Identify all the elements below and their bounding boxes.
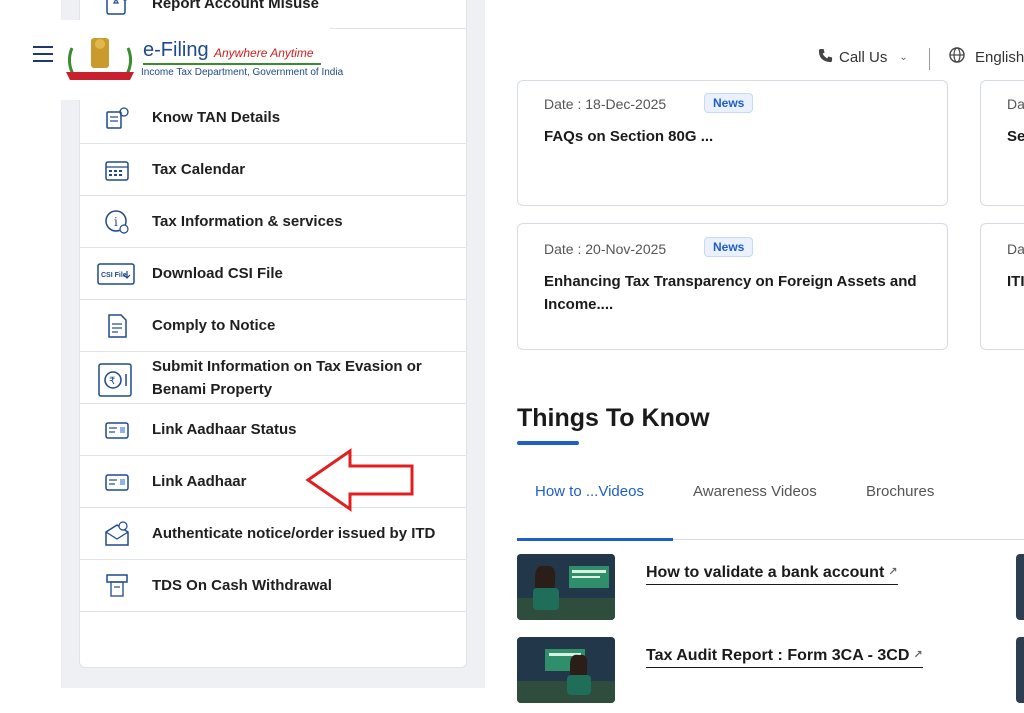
news-card[interactable]: Date : 18-Dec-2025 News FAQs on Section …: [517, 80, 948, 206]
video-title-link[interactable]: Tax Audit Report : Form 3CA - 3CD ↗: [646, 647, 923, 668]
brand-divider: [143, 63, 321, 65]
atm-icon: [102, 571, 132, 601]
external-link-icon: ↗: [913, 649, 923, 661]
news-card[interactable]: Da Se: [980, 80, 1024, 206]
quick-link-label: Authenticate notice/order issued by ITD: [152, 525, 436, 542]
brand-title: e-Filing: [143, 39, 209, 61]
quick-link-comply-notice[interactable]: Comply to Notice: [80, 300, 466, 352]
quick-link-label: Submit Information on Tax Evasion or Ben…: [152, 358, 422, 398]
info-icon: i: [102, 207, 132, 237]
brand-subtitle: Income Tax Department, Government of Ind…: [141, 67, 344, 78]
call-us-dropdown[interactable]: Call Us ⌄: [818, 48, 908, 67]
language-selector[interactable]: English: [949, 47, 1024, 67]
news-badge: News: [704, 93, 754, 113]
emblem-logo[interactable]: [64, 32, 136, 84]
quick-link-authenticate-notice[interactable]: Authenticate notice/order issued by ITD: [80, 508, 466, 560]
phone-icon: [818, 48, 833, 67]
news-date: Date : 20-Nov-2025: [544, 241, 667, 257]
things-to-know-title: Things To Know: [517, 404, 710, 432]
hamburger-menu-icon[interactable]: [33, 46, 53, 62]
svg-text:i: i: [114, 215, 118, 229]
safe-icon: ₹: [97, 362, 133, 398]
aadhaar-card-icon: [102, 415, 132, 445]
quick-link-label: Link Aadhaar Status: [152, 421, 297, 438]
quick-link-tax-calendar[interactable]: Tax Calendar: [80, 144, 466, 196]
tab-how-to-videos[interactable]: How to ...Videos: [535, 483, 644, 500]
video-thumbnail[interactable]: [1016, 637, 1024, 703]
quick-link-label: TDS On Cash Withdrawal: [152, 577, 332, 594]
quick-links-card: Report Account Misuse Know TAN Details T…: [79, 0, 467, 668]
active-tab-indicator: [517, 538, 673, 541]
chevron-down-icon: ⌄: [899, 52, 908, 63]
page: Report Account Misuse Know TAN Details T…: [0, 0, 1024, 713]
quick-link-tds-cash-withdrawal[interactable]: TDS On Cash Withdrawal: [80, 560, 466, 612]
video-title: How to validate a bank account: [646, 564, 885, 581]
quick-link-label: Know TAN Details: [152, 109, 281, 126]
call-us-label: Call Us: [839, 49, 888, 66]
news-date: Da: [1007, 96, 1024, 112]
news-title[interactable]: Se: [1007, 125, 1024, 148]
language-label: English: [975, 48, 1024, 66]
external-link-icon: ↗: [888, 566, 898, 578]
quick-link-label: Report Account Misuse: [152, 0, 319, 12]
news-title[interactable]: Enhancing Tax Transparency on Foreign As…: [544, 270, 917, 316]
red-annotation-arrow: [305, 448, 414, 512]
news-date: Date : 18-Dec-2025: [544, 96, 667, 112]
news-card[interactable]: Date : 20-Nov-2025 News Enhancing Tax Tr…: [517, 223, 948, 350]
svg-text:CSI File: CSI File: [101, 272, 127, 279]
video-thumbnail[interactable]: [517, 554, 615, 620]
news-card[interactable]: Da ITI: [980, 223, 1024, 350]
video-thumbnail[interactable]: [517, 637, 615, 703]
news-title[interactable]: ITI: [1007, 270, 1024, 293]
quick-link-tax-evasion[interactable]: ₹ Submit Information on Tax Evasion or B…: [80, 352, 466, 404]
news-date: Da: [1007, 241, 1024, 257]
quick-link-tax-information[interactable]: i Tax Information & services: [80, 196, 466, 248]
brand-tagline: Anywhere Anytime: [214, 46, 314, 60]
aadhaar-card-icon: [102, 467, 132, 497]
quick-link-download-csi[interactable]: CSI File Download CSI File: [80, 248, 466, 300]
csi-file-icon: CSI File: [97, 259, 135, 289]
svg-text:₹: ₹: [109, 376, 115, 387]
tab-brochures[interactable]: Brochures: [866, 483, 934, 500]
video-thumbnail[interactable]: [1016, 554, 1024, 620]
calendar-icon: [102, 155, 132, 185]
title-underline: [517, 441, 579, 445]
quick-link-label: Tax Information & services: [152, 213, 343, 230]
news-badge: News: [704, 237, 754, 257]
video-title: Tax Audit Report : Form 3CA - 3CD: [646, 647, 910, 664]
report-icon: [102, 0, 132, 19]
quick-link-label: Comply to Notice: [152, 317, 276, 334]
envelope-check-icon: [102, 519, 132, 549]
video-title-link[interactable]: How to validate a bank account ↗: [646, 564, 898, 585]
quick-links-panel: Report Account Misuse Know TAN Details T…: [61, 0, 485, 688]
globe-icon: [949, 47, 965, 67]
quick-link-label: Tax Calendar: [152, 161, 246, 178]
news-title[interactable]: FAQs on Section 80G ...: [544, 125, 917, 148]
notice-icon: [102, 311, 132, 341]
header-divider: [929, 48, 930, 70]
quick-link-label: Download CSI File: [152, 265, 283, 282]
tan-icon: [102, 103, 132, 133]
tab-awareness-videos[interactable]: Awareness Videos: [693, 483, 817, 500]
